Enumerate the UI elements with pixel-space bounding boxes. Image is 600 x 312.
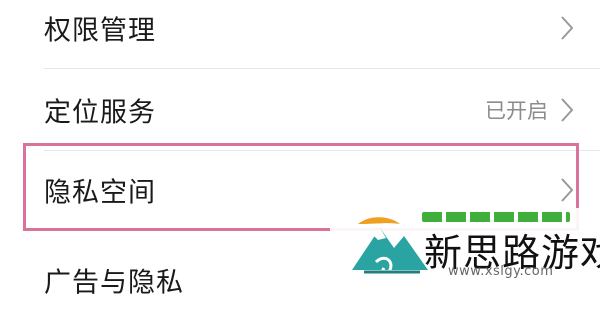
chevron-right-icon <box>561 16 574 40</box>
settings-item-label: 定位服务 <box>44 97 156 129</box>
chevron-right-icon <box>561 98 574 122</box>
settings-item-permissions[interactable]: 权限管理 <box>0 0 600 68</box>
settings-item-label: 广告与隐私 <box>44 267 184 299</box>
watermark-green-band <box>422 212 570 222</box>
watermark: 新思路游戏 www.xslgy.com <box>330 208 600 280</box>
settings-item-location[interactable]: 定位服务 已开启 <box>0 70 600 150</box>
divider <box>44 68 600 69</box>
watermark-url: www.xslgy.com <box>448 264 554 279</box>
settings-item-label: 权限管理 <box>44 15 156 47</box>
mountain-logo-icon <box>352 217 428 276</box>
status-value: 已开启 <box>485 99 548 123</box>
